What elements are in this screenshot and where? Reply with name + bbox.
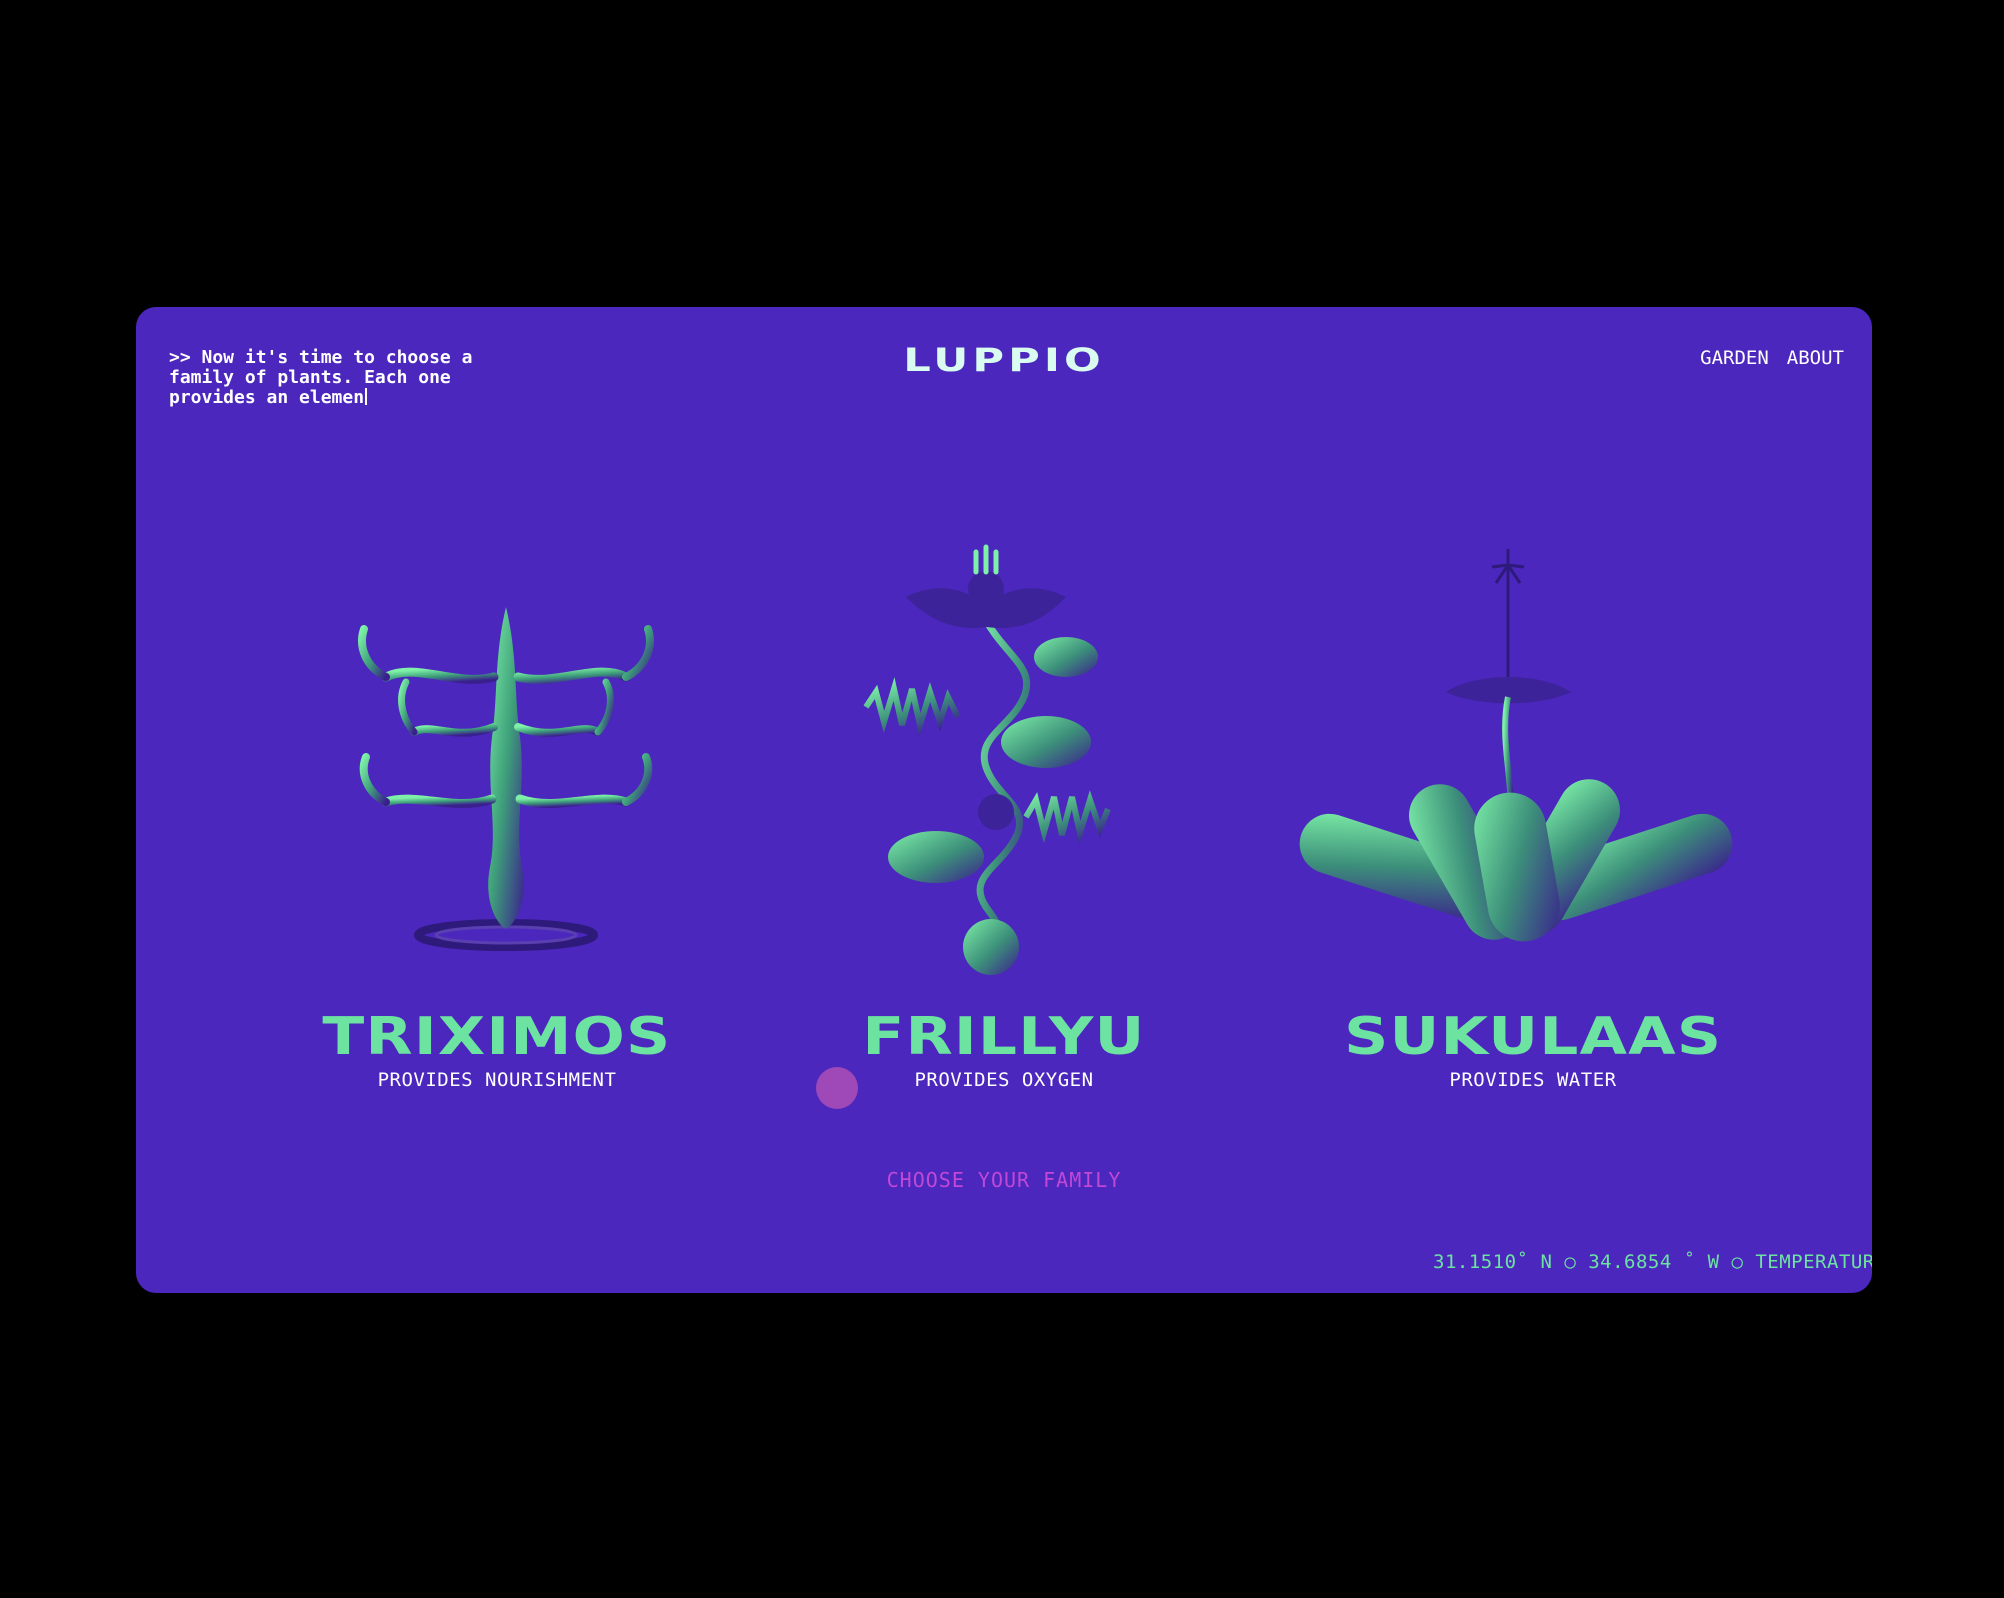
choose-family-button[interactable]: CHOOSE YOUR FAMILY xyxy=(887,1168,1122,1192)
top-nav: GARDEN ABOUT xyxy=(1700,347,1844,369)
family-description: PROVIDES NOURISHMENT xyxy=(377,1069,617,1091)
sukulaas-plant-image[interactable] xyxy=(1286,547,1746,967)
app-panel: >> Now it's time to choose a family of p… xyxy=(136,307,1872,1293)
family-description: PROVIDES WATER xyxy=(1449,1069,1617,1091)
family-card-sukulaas[interactable]: SUKULAAS PROVIDES WATER xyxy=(1293,1009,1773,1091)
family-title[interactable]: TRIXIMOS xyxy=(323,1009,672,1065)
brand-logo[interactable]: LUPPIO xyxy=(136,341,1872,379)
family-title[interactable]: SUKULAAS xyxy=(1344,1009,1722,1065)
nav-garden-link[interactable]: GARDEN xyxy=(1700,347,1769,369)
cta-area: CHOOSE YOUR FAMILY xyxy=(136,1168,1872,1192)
nav-about-link[interactable]: ABOUT xyxy=(1787,347,1844,369)
triximos-plant-image[interactable] xyxy=(326,567,666,967)
text-caret xyxy=(365,388,368,405)
family-title[interactable]: FRILLYU xyxy=(862,1009,1145,1065)
family-card-triximos[interactable]: TRIXIMOS PROVIDES NOURISHMENT xyxy=(257,1009,737,1091)
cursor-indicator xyxy=(816,1067,858,1109)
frillyu-plant-image[interactable] xyxy=(836,527,1176,987)
coordinates-ticker: 31.1510˚ N ○ 34.6854 ˚ W ○ TEMPERATUR xyxy=(1433,1251,1872,1273)
